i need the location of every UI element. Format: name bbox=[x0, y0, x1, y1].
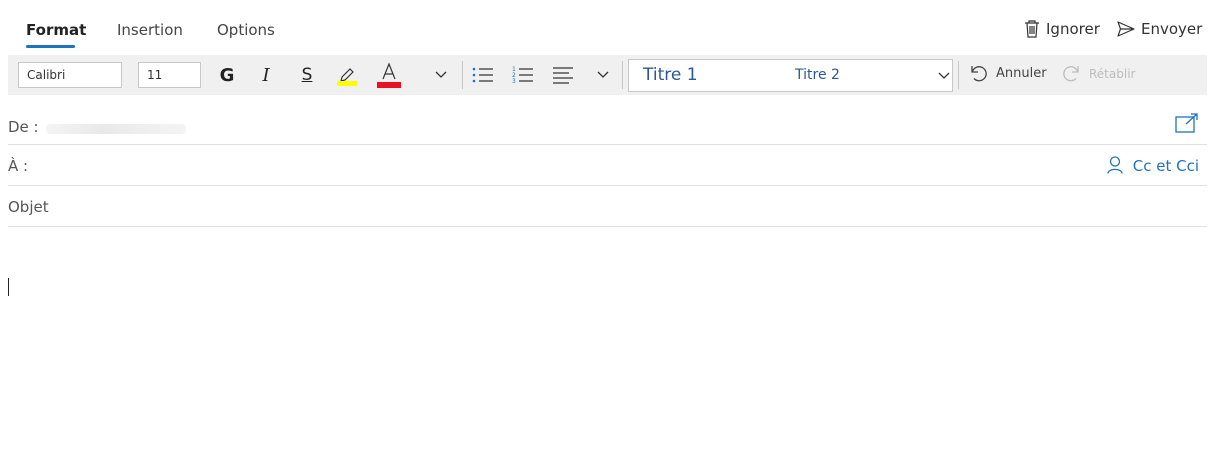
from-label: De : bbox=[8, 118, 39, 136]
send-icon bbox=[1117, 21, 1135, 37]
tab-insertion[interactable]: Insertion bbox=[117, 21, 183, 39]
text-caret bbox=[8, 278, 9, 296]
redo-button[interactable]: Rétablir bbox=[1062, 64, 1135, 83]
undo-label: Annuler bbox=[996, 66, 1047, 81]
font-color-swatch bbox=[377, 82, 401, 88]
italic-glyph: I bbox=[262, 64, 270, 86]
style-titre1[interactable]: Titre 1 bbox=[643, 65, 698, 85]
redo-label: Rétablir bbox=[1089, 66, 1136, 81]
to-label: À : bbox=[8, 157, 29, 175]
strike-glyph: S bbox=[301, 65, 313, 85]
highlight-color-swatch bbox=[337, 81, 357, 86]
contact-picker-icon[interactable] bbox=[1107, 156, 1123, 174]
send-button[interactable]: Envoyer bbox=[1117, 20, 1202, 38]
strikethrough-button[interactable]: S bbox=[295, 63, 319, 87]
font-name-input[interactable]: Calibri bbox=[18, 62, 122, 88]
font-color-button[interactable] bbox=[375, 62, 403, 88]
from-address-redacted[interactable] bbox=[46, 124, 186, 134]
tab-format[interactable]: Format bbox=[26, 21, 86, 39]
more-paragraph-button[interactable] bbox=[591, 63, 615, 87]
bullet-list-button[interactable] bbox=[471, 63, 495, 87]
align-left-icon bbox=[553, 67, 573, 84]
svg-text:3: 3 bbox=[512, 78, 516, 85]
message-body[interactable] bbox=[8, 240, 1207, 440]
popout-icon[interactable] bbox=[1175, 113, 1199, 133]
numbered-list-icon: 1 2 3 bbox=[512, 66, 533, 85]
bold-glyph: G bbox=[219, 64, 235, 86]
tab-format-underline bbox=[26, 45, 75, 48]
to-field[interactable]: À : Cc et Cci bbox=[8, 145, 1207, 186]
chevron-down-icon[interactable] bbox=[937, 71, 951, 81]
toolbar-divider bbox=[622, 61, 623, 89]
from-field: De : bbox=[8, 104, 1207, 145]
format-toolbar: Calibri 11 G I S 1 2 3 Titre 1 Titre 2 A… bbox=[8, 55, 1207, 95]
discard-label: Ignorer bbox=[1046, 20, 1100, 38]
redo-icon bbox=[1063, 66, 1079, 82]
highlighter-icon bbox=[337, 68, 357, 86]
discard-button[interactable]: Ignorer bbox=[1024, 20, 1100, 38]
more-formatting-button[interactable] bbox=[429, 63, 453, 87]
ribbon-tabs: Format Insertion Options Ignorer Envoyer bbox=[0, 0, 1222, 54]
undo-button[interactable]: Annuler bbox=[969, 64, 1047, 83]
bold-button[interactable]: G bbox=[215, 63, 239, 87]
chevron-down-icon bbox=[597, 71, 609, 78]
font-color-icon bbox=[377, 62, 401, 88]
bullet-list-icon bbox=[472, 67, 493, 83]
align-button[interactable] bbox=[551, 63, 575, 87]
styles-gallery[interactable]: Titre 1 Titre 2 bbox=[628, 59, 953, 92]
italic-button[interactable]: I bbox=[254, 63, 278, 87]
trash-icon bbox=[1025, 20, 1039, 38]
tab-options[interactable]: Options bbox=[217, 21, 275, 39]
toolbar-divider bbox=[462, 61, 463, 89]
highlight-button[interactable] bbox=[335, 63, 359, 87]
subject-placeholder: Objet bbox=[8, 198, 49, 216]
style-titre2[interactable]: Titre 2 bbox=[795, 67, 840, 83]
numbered-list-button[interactable]: 1 2 3 bbox=[511, 63, 535, 87]
send-label: Envoyer bbox=[1141, 20, 1203, 38]
chevron-down-icon bbox=[435, 71, 447, 78]
cc-bcc-link[interactable]: Cc et Cci bbox=[1133, 157, 1199, 175]
subject-field[interactable]: Objet bbox=[8, 186, 1207, 227]
toolbar-divider bbox=[958, 61, 959, 89]
font-size-input[interactable]: 11 bbox=[138, 62, 201, 88]
undo-icon bbox=[971, 66, 987, 82]
